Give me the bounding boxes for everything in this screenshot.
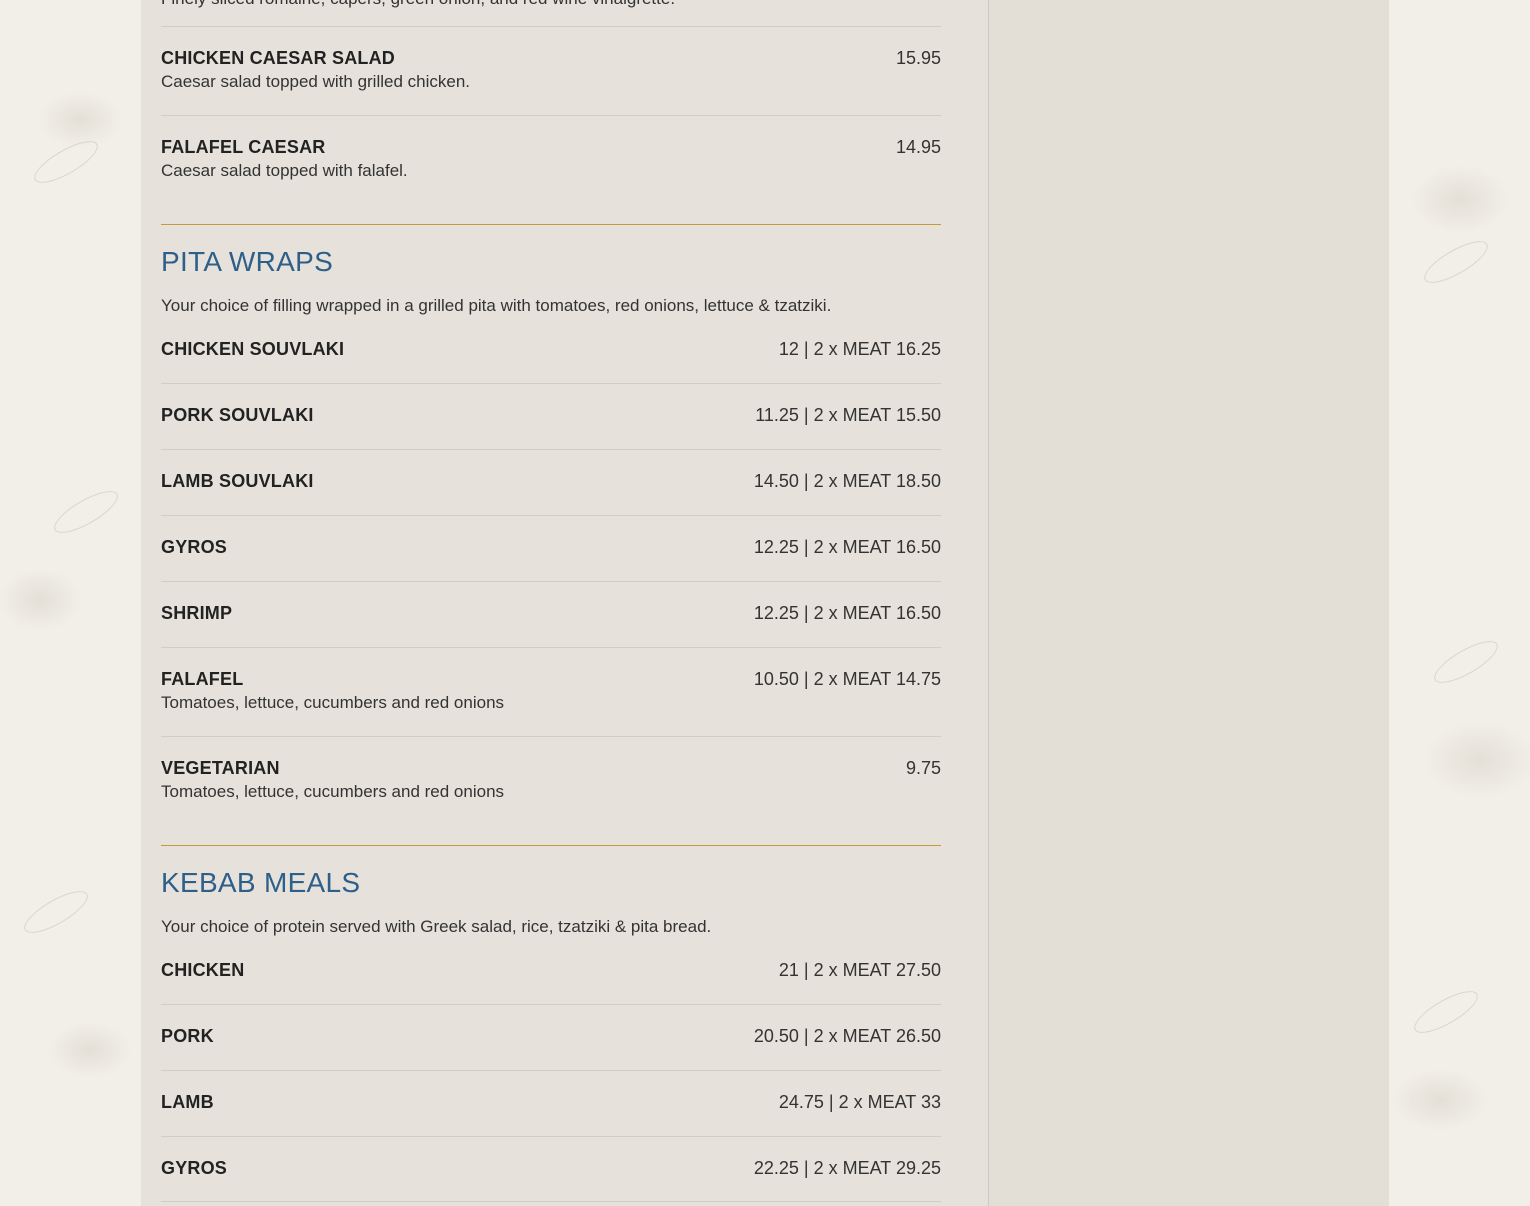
item-description: Tomatoes, lettuce, cucumbers and red oni… xyxy=(161,693,505,712)
item-name: GYROS xyxy=(161,537,228,557)
menu-item: FALAFEL CAESAR 14.95 Caesar salad topped… xyxy=(161,137,941,181)
item-description: Caesar salad topped with falafel. xyxy=(161,161,408,180)
sidebar-area xyxy=(989,0,1389,1206)
menu-item: VEGETARIAN 9.75 Tomatoes, lettuce, cucum… xyxy=(161,758,941,802)
item-description: Caesar salad topped with grilled chicken… xyxy=(161,72,471,91)
item-name: PORK xyxy=(161,1026,214,1046)
item-price: 15.95 xyxy=(895,48,941,68)
truncated-item-description: Finely sliced romaine, capers, green oni… xyxy=(161,0,675,9)
menu-item: LAMB SOUVLAKI 14.50 | 2 x MEAT 18.50 xyxy=(161,471,941,492)
olive-leaf-decoration xyxy=(1418,233,1494,291)
item-separator xyxy=(161,647,941,648)
olive-leaf-decoration xyxy=(28,133,104,191)
item-price: 12.25 | 2 x MEAT 16.50 xyxy=(753,537,941,557)
item-price: 11.25 | 2 x MEAT 15.50 xyxy=(755,405,941,425)
item-separator xyxy=(161,115,941,116)
menu-item: GYROS 22.25 | 2 x MEAT 29.25 xyxy=(161,1158,941,1179)
section-heading-pita-wraps: PITA WRAPS xyxy=(161,246,334,277)
menu-item: CHICKEN SOUVLAKI 12 | 2 x MEAT 16.25 xyxy=(161,339,941,360)
vertical-divider xyxy=(988,0,989,1206)
menu-item: PORK 20.50 | 2 x MEAT 26.50 xyxy=(161,1026,941,1047)
section-intro: Your choice of filling wrapped in a gril… xyxy=(161,296,832,315)
olive-leaf-decoration xyxy=(1428,633,1504,691)
item-separator xyxy=(161,1070,941,1071)
item-name: CHICKEN SOUVLAKI xyxy=(161,339,345,359)
item-price: 20.50 | 2 x MEAT 26.50 xyxy=(753,1026,941,1046)
menu-item: FALAFEL 10.50 | 2 x MEAT 14.75 Tomatoes,… xyxy=(161,669,941,713)
item-separator xyxy=(161,1004,941,1005)
item-separator xyxy=(161,449,941,450)
item-name: LAMB SOUVLAKI xyxy=(161,471,314,491)
item-name: PORK SOUVLAKI xyxy=(161,405,314,425)
item-price: 24.75 | 2 x MEAT 33 xyxy=(778,1092,941,1112)
item-name: LAMB xyxy=(161,1092,214,1112)
menu-item: PORK SOUVLAKI 11.25 | 2 x MEAT 15.50 xyxy=(161,405,941,426)
item-price: 9.75 xyxy=(905,758,941,778)
menu-item: SHRIMP 12.25 | 2 x MEAT 16.50 xyxy=(161,603,941,624)
section-heading-kebab-meals: KEBAB MEALS xyxy=(161,867,361,898)
olive-leaf-decoration xyxy=(1408,983,1484,1041)
section-divider xyxy=(161,845,941,846)
item-price: 10.50 | 2 x MEAT 14.75 xyxy=(753,669,941,689)
item-name: CHICKEN CAESAR SALAD xyxy=(161,48,396,68)
olive-leaf-decoration xyxy=(18,883,94,941)
item-separator xyxy=(161,1201,941,1202)
item-name: GYROS xyxy=(161,1158,228,1178)
item-price: 12.25 | 2 x MEAT 16.50 xyxy=(753,603,941,623)
menu-item: LAMB 24.75 | 2 x MEAT 33 xyxy=(161,1092,941,1113)
item-separator xyxy=(161,515,941,516)
section-intro: Your choice of protein served with Greek… xyxy=(161,917,712,936)
item-name: FALAFEL xyxy=(161,669,244,689)
item-price: 14.50 | 2 x MEAT 18.50 xyxy=(753,471,941,491)
menu-item: CHICKEN CAESAR SALAD 15.95 Caesar salad … xyxy=(161,48,941,92)
item-name: CHICKEN xyxy=(161,960,245,980)
item-separator xyxy=(161,736,941,737)
item-separator xyxy=(161,26,941,27)
item-name: VEGETARIAN xyxy=(161,758,280,778)
olive-leaf-decoration xyxy=(48,483,124,541)
item-separator xyxy=(161,383,941,384)
item-separator xyxy=(161,1136,941,1137)
item-price: 14.95 xyxy=(895,137,941,157)
item-description: Tomatoes, lettuce, cucumbers and red oni… xyxy=(161,782,505,801)
item-name: FALAFEL CAESAR xyxy=(161,137,326,157)
menu-item: GYROS 12.25 | 2 x MEAT 16.50 xyxy=(161,537,941,558)
item-price: 21 | 2 x MEAT 27.50 xyxy=(778,960,941,980)
item-separator xyxy=(161,581,941,582)
menu-item: CHICKEN 21 | 2 x MEAT 27.50 xyxy=(161,960,941,981)
item-price: 22.25 | 2 x MEAT 29.25 xyxy=(753,1158,941,1178)
item-price: 12 | 2 x MEAT 16.25 xyxy=(778,339,941,359)
item-name: SHRIMP xyxy=(161,603,233,623)
section-divider xyxy=(161,224,941,225)
